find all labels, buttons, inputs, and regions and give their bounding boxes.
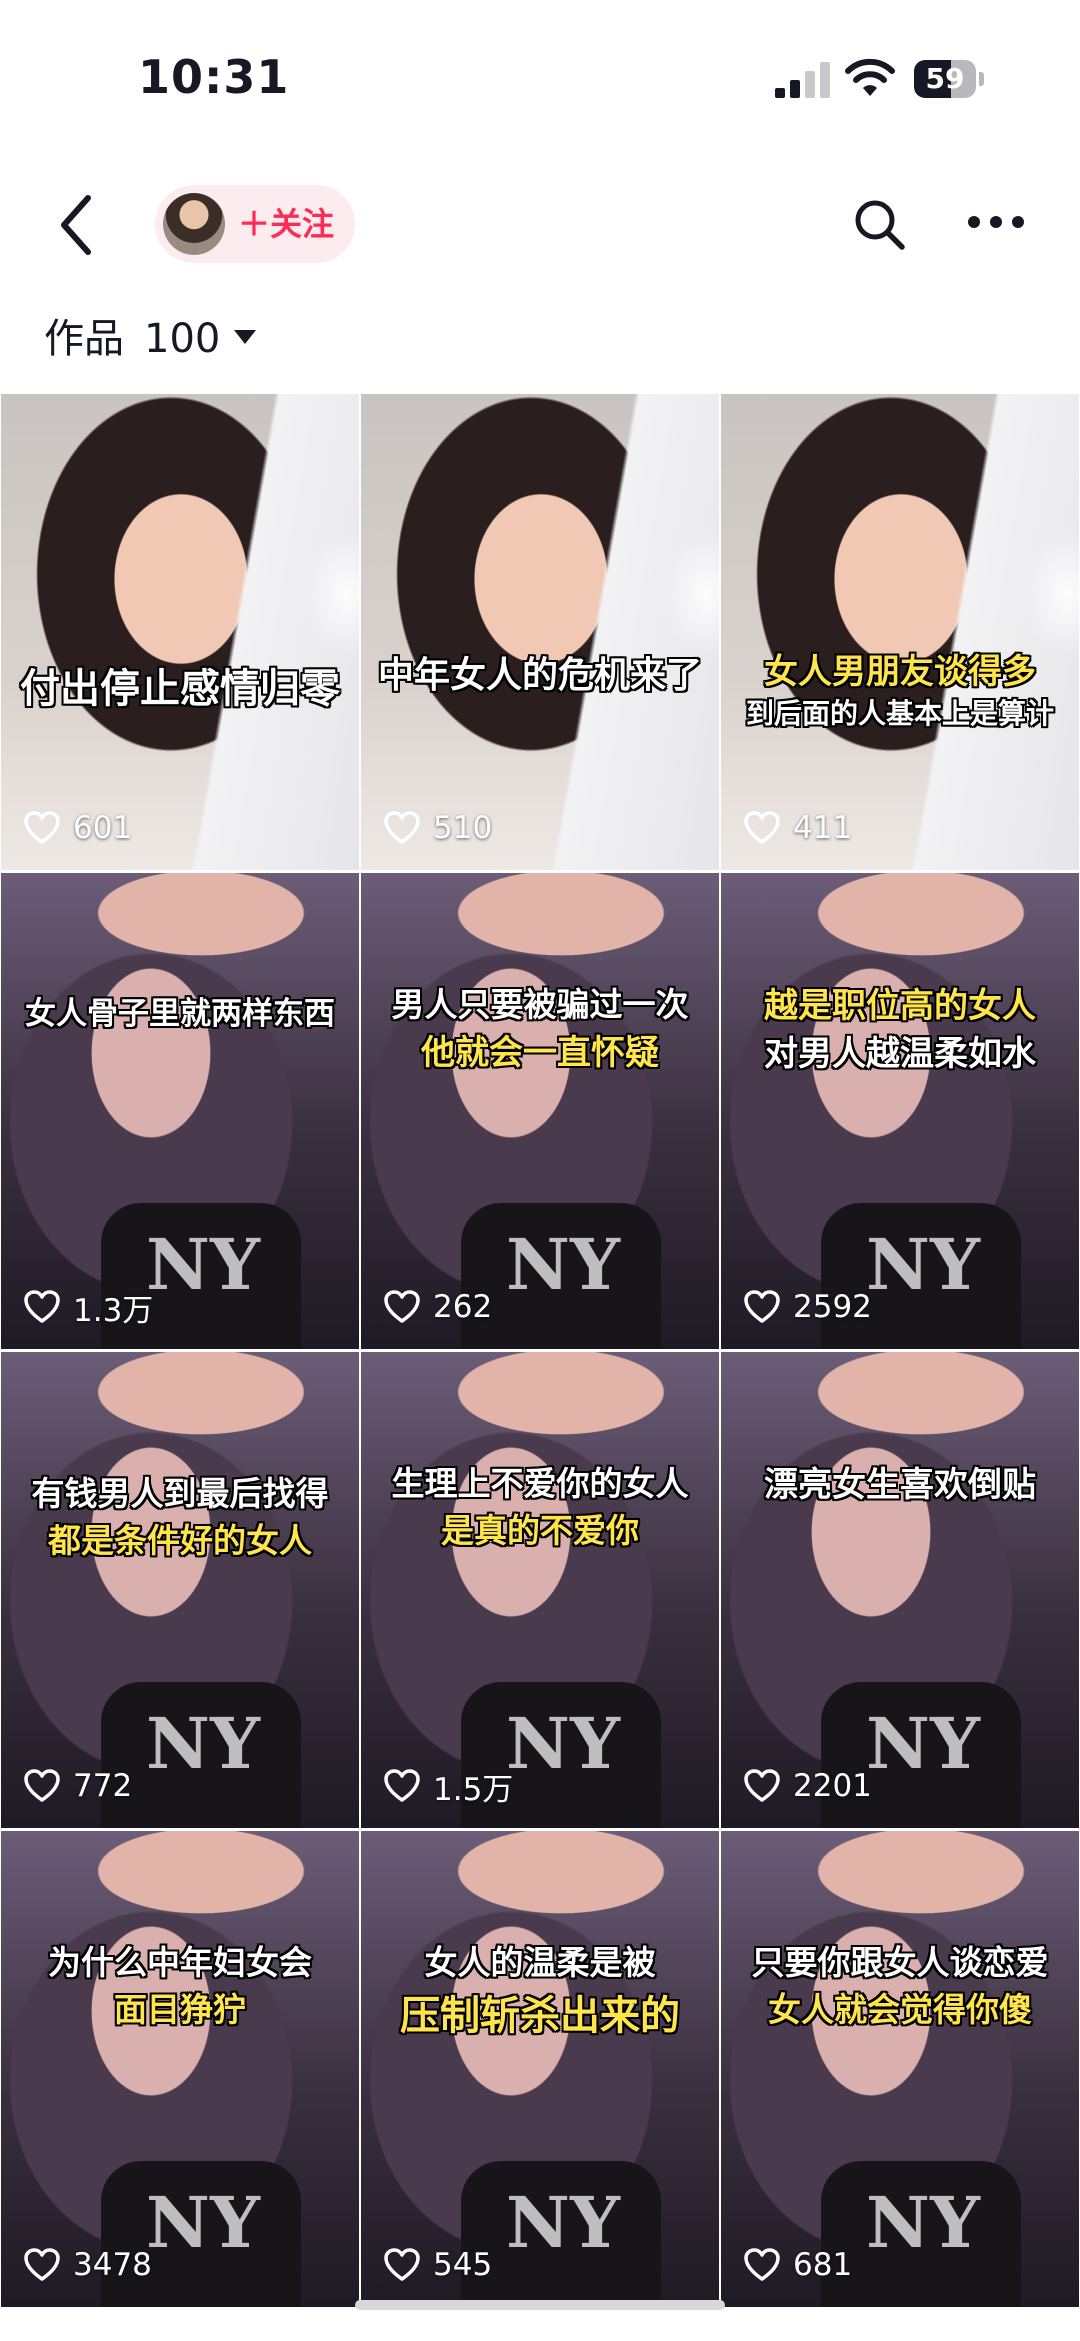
video-caption: 是真的不爱你 <box>441 1511 639 1550</box>
like-count: 3478 <box>73 2247 152 2283</box>
battery-percent: 59 <box>925 62 965 95</box>
like-count: 1.3万 <box>73 1292 154 1329</box>
works-count: 100 <box>144 316 221 362</box>
video-tile[interactable]: 有钱男人到最后找得都是条件好的女人 772 <box>1 1352 359 1828</box>
like-count-row: 510 <box>383 808 492 848</box>
video-caption: 只要你跟女人谈恋爱 <box>751 1943 1049 1982</box>
heart-icon <box>744 811 780 844</box>
dropdown-caret-icon <box>234 330 256 344</box>
thumbnail-image <box>101 2161 301 2307</box>
video-tile[interactable]: 女人男朋友谈得多到后面的人基本上是算计 411 <box>721 394 1079 870</box>
like-count-row: 2592 <box>743 1287 872 1327</box>
video-tile[interactable]: 中年女人的危机来了 510 <box>361 394 719 870</box>
video-tile[interactable]: 只要你跟女人谈恋爱女人就会觉得你傻 681 <box>721 1831 1079 2307</box>
video-caption: 生理上不爱你的女人 <box>391 1464 689 1503</box>
like-count-row: 411 <box>743 808 852 848</box>
like-count: 262 <box>433 1289 493 1325</box>
video-caption: 女人男朋友谈得多 <box>764 652 1036 692</box>
video-tile[interactable]: 漂亮女生喜欢倒贴 2201 <box>721 1352 1079 1828</box>
works-filter[interactable]: 作品 100 <box>0 300 1080 380</box>
video-caption: 他就会一直怀疑 <box>421 1033 659 1073</box>
thumbnail-image <box>101 1682 301 1828</box>
like-count: 681 <box>793 2247 853 2283</box>
video-caption: 男人只要被骗过一次 <box>391 985 689 1024</box>
avatar[interactable] <box>163 193 225 255</box>
like-count: 601 <box>73 810 133 846</box>
video-tile[interactable]: 女人骨子里就两样东西 1.3万 <box>1 873 359 1349</box>
like-count-row: 1.5万 <box>383 1766 514 1808</box>
video-caption: 付出停止感情归零 <box>20 666 340 712</box>
video-tile[interactable]: 女人的温柔是被压制斩杀出来的 545 <box>361 1831 719 2307</box>
video-caption: 中年女人的危机来了 <box>377 655 702 696</box>
like-count-row: 3478 <box>23 2245 152 2285</box>
heart-icon <box>24 811 60 844</box>
video-tile[interactable]: 付出停止感情归零 601 <box>1 394 359 870</box>
thumbnail-image <box>461 2161 661 2307</box>
thumbnail-image <box>821 1682 1021 1828</box>
video-caption: 越是职位高的女人 <box>764 986 1036 1026</box>
back-arrow-icon[interactable] <box>52 192 102 258</box>
video-caption: 面目狰狞 <box>114 1990 246 2029</box>
heart-icon <box>384 1290 420 1323</box>
like-count: 545 <box>433 2247 493 2283</box>
like-count-row: 1.3万 <box>23 1287 154 1329</box>
status-bar: 10:31 59 <box>0 0 1080 150</box>
status-time: 10:31 <box>138 50 290 104</box>
heart-icon <box>24 1290 60 1323</box>
like-count: 2201 <box>793 1768 872 1804</box>
video-caption: 为什么中年妇女会 <box>48 1943 312 1982</box>
like-count-row: 601 <box>23 808 132 848</box>
video-caption: 压制斩杀出来的 <box>400 1993 680 2039</box>
video-caption: 女人的温柔是被 <box>424 1943 656 1982</box>
thumbnail-image <box>821 2161 1021 2307</box>
heart-icon <box>744 1769 780 1802</box>
video-caption: 有钱男人到最后找得 <box>31 1474 329 1513</box>
like-count: 1.5万 <box>433 1771 514 1808</box>
heart-icon <box>744 2248 780 2281</box>
like-count-row: 262 <box>383 1287 492 1327</box>
follow-pill[interactable]: ＋关注 <box>155 185 355 263</box>
video-caption: 女人就会觉得你傻 <box>768 1990 1032 2029</box>
video-grid: 付出停止感情归零 601 中年女人的危机来了 510 女人男朋友谈得多到后面的人基本上是… <box>0 394 1080 2310</box>
video-tile[interactable]: 男人只要被骗过一次他就会一直怀疑 262 <box>361 873 719 1349</box>
video-caption: 漂亮女生喜欢倒贴 <box>764 1465 1036 1505</box>
battery-icon: 59 <box>914 60 986 98</box>
like-count-row: 2201 <box>743 1766 872 1806</box>
thumbnail-image <box>821 1203 1021 1349</box>
video-tile[interactable]: 生理上不爱你的女人是真的不爱你 1.5万 <box>361 1352 719 1828</box>
like-count-row: 681 <box>743 2245 852 2285</box>
like-count-row: 545 <box>383 2245 492 2285</box>
like-count: 772 <box>73 1768 133 1804</box>
video-caption: 女人骨子里就两样东西 <box>25 996 335 1032</box>
video-tile[interactable]: 越是职位高的女人对男人越温柔如水 2592 <box>721 873 1079 1349</box>
like-count: 510 <box>433 810 493 846</box>
heart-icon <box>384 811 420 844</box>
top-nav: ＋关注 <box>0 170 1080 280</box>
like-count: 411 <box>793 810 853 846</box>
wifi-icon <box>845 58 895 96</box>
heart-icon <box>384 2248 420 2281</box>
heart-icon <box>24 1769 60 1802</box>
follow-button[interactable]: ＋关注 <box>238 185 334 263</box>
video-caption: 都是条件好的女人 <box>48 1521 312 1560</box>
home-indicator <box>355 2300 725 2310</box>
cellular-signal-icon <box>775 62 830 98</box>
more-options-icon[interactable] <box>966 210 1026 234</box>
heart-icon <box>744 1290 780 1323</box>
like-count: 2592 <box>793 1289 872 1325</box>
search-icon[interactable] <box>850 195 908 253</box>
video-caption: 到后面的人基本上是算计 <box>745 697 1054 730</box>
heart-icon <box>24 2248 60 2281</box>
thumbnail-image <box>461 1203 661 1349</box>
works-label: 作品 <box>44 316 124 362</box>
like-count-row: 772 <box>23 1766 132 1806</box>
video-tile[interactable]: 为什么中年妇女会面目狰狞 3478 <box>1 1831 359 2307</box>
video-caption: 对男人越温柔如水 <box>764 1034 1036 1074</box>
heart-icon <box>384 1769 420 1802</box>
